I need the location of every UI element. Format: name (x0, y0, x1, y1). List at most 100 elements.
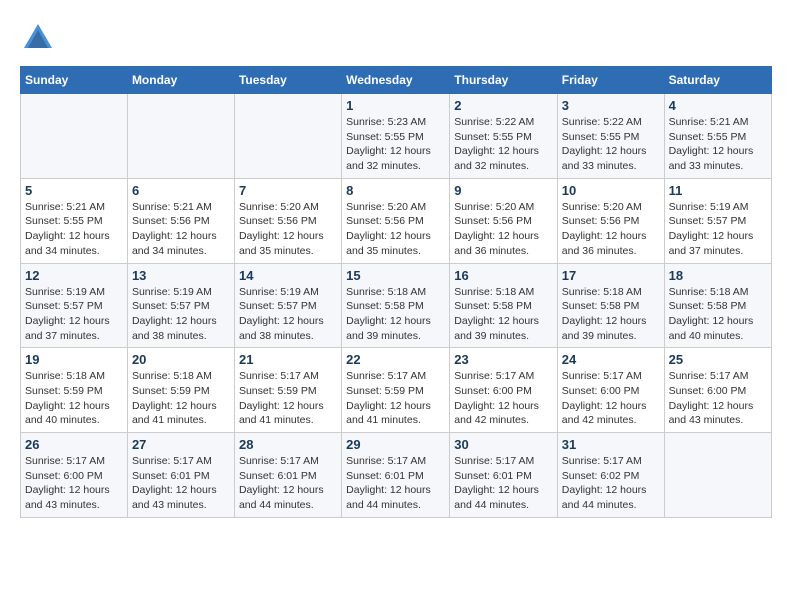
day-number: 15 (346, 268, 445, 283)
day-cell: 12Sunrise: 5:19 AM Sunset: 5:57 PM Dayli… (21, 263, 128, 348)
day-number: 7 (239, 183, 337, 198)
day-cell: 11Sunrise: 5:19 AM Sunset: 5:57 PM Dayli… (664, 178, 771, 263)
day-number: 18 (669, 268, 767, 283)
day-cell: 29 Sunrise: 5:17 AM Sunset: 6:01 PM Dayli… (342, 433, 450, 518)
column-header-friday: Friday (557, 67, 664, 94)
logo (20, 20, 62, 56)
day-number: 29 (346, 437, 445, 452)
day-info: Sunrise: 5:17 AM Sunset: 6:02 PM Dayligh… (562, 454, 660, 513)
day-cell: 7 Sunrise: 5:20 AM Sunset: 5:56 PM Daylig… (234, 178, 341, 263)
day-cell: 31 Sunrise: 5:17 AM Sunset: 6:02 PM Dayli… (557, 433, 664, 518)
day-info: Sunrise: 5:20 AM Sunset: 5:56 PM Dayligh… (346, 200, 445, 259)
day-cell: 15Sunrise: 5:18 AM Sunset: 5:58 PM Dayli… (342, 263, 450, 348)
column-header-monday: Monday (127, 67, 234, 94)
day-cell: 30 Sunrise: 5:17 AM Sunset: 6:01 PM Dayli… (450, 433, 558, 518)
day-number: 16 (454, 268, 553, 283)
column-header-wednesday: Wednesday (342, 67, 450, 94)
day-info: Sunrise: 5:21 AM Sunset: 5:55 PM Dayligh… (669, 115, 767, 174)
day-number: 31 (562, 437, 660, 452)
header-row: SundayMondayTuesdayWednesdayThursdayFrid… (21, 67, 772, 94)
day-cell: 1 Sunrise: 5:23 AM Sunset: 5:55 PM Daylig… (342, 94, 450, 179)
day-number: 27 (132, 437, 230, 452)
week-row-4: 19 Sunrise: 5:18 AM Sunset: 5:59 PM Dayli… (21, 348, 772, 433)
day-info: Sunrise: 5:18 AM Sunset: 5:59 PM Dayligh… (132, 369, 230, 428)
day-info: Sunrise: 5:23 AM Sunset: 5:55 PM Dayligh… (346, 115, 445, 174)
day-number: 8 (346, 183, 445, 198)
day-number: 9 (454, 183, 553, 198)
day-info: Sunrise: 5:21 AM Sunset: 5:56 PM Dayligh… (132, 200, 230, 259)
day-number: 12 (25, 268, 123, 283)
day-cell: 26 Sunrise: 5:17 AM Sunset: 6:00 PM Dayli… (21, 433, 128, 518)
day-number: 10 (562, 183, 660, 198)
day-info: Sunrise: 5:20 AM Sunset: 5:56 PM Dayligh… (454, 200, 553, 259)
day-cell: 16 Sunrise: 5:18 AM Sunset: 5:58 PM Dayli… (450, 263, 558, 348)
day-info: Sunrise: 5:17 AM Sunset: 6:00 PM Dayligh… (25, 454, 123, 513)
day-number: 3 (562, 98, 660, 113)
day-info: Sunrise: 5:17 AM Sunset: 6:01 PM Dayligh… (346, 454, 445, 513)
day-cell: 21 Sunrise: 5:17 AM Sunset: 5:59 PM Dayli… (234, 348, 341, 433)
day-info: Sunrise: 5:20 AM Sunset: 5:56 PM Dayligh… (239, 200, 337, 259)
day-cell: 24 Sunrise: 5:17 AM Sunset: 6:00 PM Dayli… (557, 348, 664, 433)
day-info: Sunrise: 5:17 AM Sunset: 6:00 PM Dayligh… (454, 369, 553, 428)
day-cell: 25Sunrise: 5:17 AM Sunset: 6:00 PM Dayli… (664, 348, 771, 433)
day-number: 14 (239, 268, 337, 283)
day-info: Sunrise: 5:17 AM Sunset: 5:59 PM Dayligh… (346, 369, 445, 428)
day-number: 24 (562, 352, 660, 367)
day-cell: 28 Sunrise: 5:17 AM Sunset: 6:01 PM Dayli… (234, 433, 341, 518)
day-number: 28 (239, 437, 337, 452)
logo-icon (20, 20, 56, 56)
day-info: Sunrise: 5:18 AM Sunset: 5:59 PM Dayligh… (25, 369, 123, 428)
week-row-5: 26 Sunrise: 5:17 AM Sunset: 6:00 PM Dayli… (21, 433, 772, 518)
day-info: Sunrise: 5:17 AM Sunset: 6:01 PM Dayligh… (454, 454, 553, 513)
day-info: Sunrise: 5:18 AM Sunset: 5:58 PM Dayligh… (562, 285, 660, 344)
day-cell: 8 Sunrise: 5:20 AM Sunset: 5:56 PM Daylig… (342, 178, 450, 263)
day-info: Sunrise: 5:18 AM Sunset: 5:58 PM Dayligh… (669, 285, 767, 344)
day-number: 26 (25, 437, 123, 452)
day-number: 17 (562, 268, 660, 283)
calendar-header: SundayMondayTuesdayWednesdayThursdayFrid… (21, 67, 772, 94)
day-cell: 14Sunrise: 5:19 AM Sunset: 5:57 PM Dayli… (234, 263, 341, 348)
day-info: Sunrise: 5:17 AM Sunset: 5:59 PM Dayligh… (239, 369, 337, 428)
day-number: 4 (669, 98, 767, 113)
day-cell: 19 Sunrise: 5:18 AM Sunset: 5:59 PM Dayli… (21, 348, 128, 433)
day-number: 22 (346, 352, 445, 367)
day-info: Sunrise: 5:22 AM Sunset: 5:55 PM Dayligh… (454, 115, 553, 174)
day-number: 5 (25, 183, 123, 198)
day-cell: 27Sunrise: 5:17 AM Sunset: 6:01 PM Dayli… (127, 433, 234, 518)
day-cell (664, 433, 771, 518)
day-number: 1 (346, 98, 445, 113)
day-cell: 17 Sunrise: 5:18 AM Sunset: 5:58 PM Dayli… (557, 263, 664, 348)
day-cell (234, 94, 341, 179)
day-info: Sunrise: 5:17 AM Sunset: 6:01 PM Dayligh… (239, 454, 337, 513)
column-header-tuesday: Tuesday (234, 67, 341, 94)
day-number: 13 (132, 268, 230, 283)
day-cell: 3 Sunrise: 5:22 AM Sunset: 5:55 PM Daylig… (557, 94, 664, 179)
day-info: Sunrise: 5:22 AM Sunset: 5:55 PM Dayligh… (562, 115, 660, 174)
column-header-saturday: Saturday (664, 67, 771, 94)
day-info: Sunrise: 5:19 AM Sunset: 5:57 PM Dayligh… (132, 285, 230, 344)
column-header-thursday: Thursday (450, 67, 558, 94)
day-info: Sunrise: 5:20 AM Sunset: 5:56 PM Dayligh… (562, 200, 660, 259)
day-number: 23 (454, 352, 553, 367)
day-number: 2 (454, 98, 553, 113)
day-number: 20 (132, 352, 230, 367)
day-info: Sunrise: 5:17 AM Sunset: 6:00 PM Dayligh… (562, 369, 660, 428)
week-row-1: 1 Sunrise: 5:23 AM Sunset: 5:55 PM Daylig… (21, 94, 772, 179)
day-cell: 23 Sunrise: 5:17 AM Sunset: 6:00 PM Dayli… (450, 348, 558, 433)
day-number: 19 (25, 352, 123, 367)
day-number: 11 (669, 183, 767, 198)
day-cell: 10 Sunrise: 5:20 AM Sunset: 5:56 PM Dayli… (557, 178, 664, 263)
day-cell: 20 Sunrise: 5:18 AM Sunset: 5:59 PM Dayli… (127, 348, 234, 433)
column-header-sunday: Sunday (21, 67, 128, 94)
day-info: Sunrise: 5:18 AM Sunset: 5:58 PM Dayligh… (454, 285, 553, 344)
calendar-body: 1 Sunrise: 5:23 AM Sunset: 5:55 PM Daylig… (21, 94, 772, 518)
day-number: 30 (454, 437, 553, 452)
day-cell: 18 Sunrise: 5:18 AM Sunset: 5:58 PM Dayli… (664, 263, 771, 348)
day-number: 21 (239, 352, 337, 367)
day-cell (127, 94, 234, 179)
day-cell: 9 Sunrise: 5:20 AM Sunset: 5:56 PM Daylig… (450, 178, 558, 263)
day-cell: 6Sunrise: 5:21 AM Sunset: 5:56 PM Daylig… (127, 178, 234, 263)
day-info: Sunrise: 5:21 AM Sunset: 5:55 PM Dayligh… (25, 200, 123, 259)
day-cell: 22 Sunrise: 5:17 AM Sunset: 5:59 PM Dayli… (342, 348, 450, 433)
day-cell (21, 94, 128, 179)
